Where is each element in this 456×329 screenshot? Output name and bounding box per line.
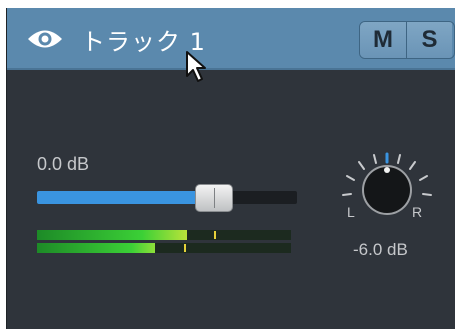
pan-knob-indicator	[384, 167, 390, 173]
level-meter-right-peak	[184, 244, 186, 252]
pan-right-label: R	[412, 204, 423, 220]
volume-fader-fill	[37, 191, 209, 204]
level-meter-left-peak	[214, 231, 216, 239]
pan-left-label: L	[347, 204, 355, 220]
volume-fader-thumb[interactable]	[195, 184, 233, 212]
track-header: トラック 1 M S	[7, 8, 455, 70]
volume-db-label: 0.0 dB	[37, 154, 90, 174]
level-meter-left	[37, 230, 291, 240]
pan-db-label: -6.0 dB	[353, 240, 408, 259]
level-meter-right	[37, 243, 291, 253]
mouse-pointer-icon	[186, 51, 206, 82]
eye-icon[interactable]	[26, 28, 64, 50]
mute-button[interactable]: M	[360, 22, 406, 58]
volume-fader-track[interactable]	[37, 191, 297, 204]
level-meter-right-fill	[37, 243, 155, 253]
level-meter-left-fill	[37, 230, 187, 240]
track-panel: トラック 1 M S 0.0 dB L R -6.0 dB	[6, 8, 455, 329]
mute-solo-group: M S	[359, 21, 455, 59]
solo-button[interactable]: S	[406, 22, 452, 58]
